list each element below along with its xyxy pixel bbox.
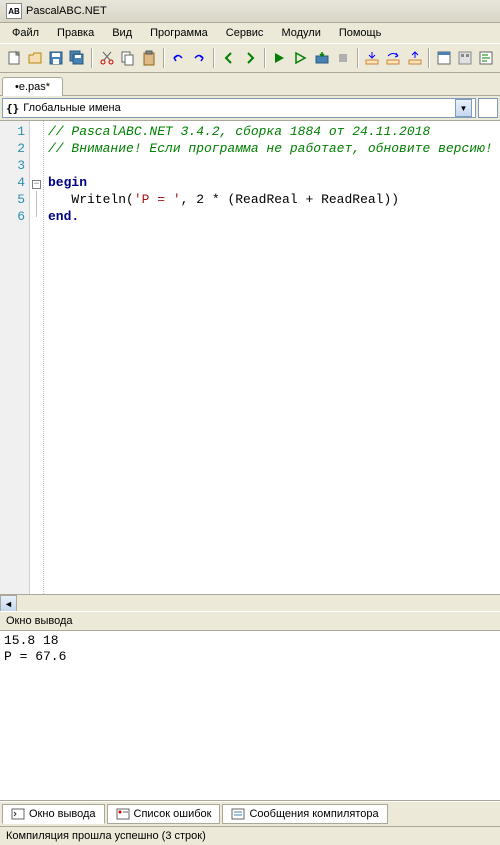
tab-label: Сообщения компилятора [249,808,378,820]
tab-error-list[interactable]: Список ошибок [107,804,221,824]
step-over-icon[interactable] [384,47,403,69]
step-out-icon[interactable] [405,47,424,69]
status-bar: Компиляция прошла успешно (3 строк) [0,826,500,845]
editor-tabs: •e.pas* [0,73,500,96]
open-file-icon[interactable] [25,47,44,69]
scope-label: Глобальные имена [23,102,121,114]
code-text: Writeln( [48,192,134,207]
line-number: 4 [2,174,25,191]
undo-icon[interactable] [169,47,188,69]
toolbar-separator [264,48,266,68]
line-number-gutter: 1 2 3 4 5 6 [0,121,30,594]
bottom-tab-strip: Окно вывода Список ошибок Сообщения комп… [0,801,500,826]
scope-dropdown[interactable]: {} Глобальные имена ▼ [2,98,476,118]
form-designer-icon[interactable] [434,47,453,69]
error-list-icon [116,807,130,821]
title-bar: AB PascalABC.NET [0,0,500,23]
line-number: 3 [2,157,25,174]
run-no-debug-icon[interactable] [291,47,310,69]
fold-column: − [30,121,44,594]
design-icon[interactable] [455,47,474,69]
fold-toggle-icon[interactable]: − [32,180,41,189]
line-number: 2 [2,140,25,157]
cut-icon[interactable] [97,47,116,69]
menu-program[interactable]: Программа [142,25,216,41]
step-into-icon[interactable] [363,47,382,69]
save-icon[interactable] [46,47,65,69]
code-comment: // Внимание! Если программа не работает,… [48,141,493,156]
code-content[interactable]: // PascalABC.NET 3.4.2, сборка 1884 от 2… [44,121,500,594]
output-panel-header: Окно вывода [0,611,500,631]
line-number: 5 [2,191,25,208]
braces-icon: {} [6,102,19,115]
menu-service[interactable]: Сервис [218,25,272,41]
tab-label: Список ошибок [134,808,212,820]
toolbar [0,43,500,73]
nav-back-icon[interactable] [219,47,238,69]
status-text: Компиляция прошла успешно (3 строк) [6,830,206,842]
paste-icon[interactable] [139,47,158,69]
menu-edit[interactable]: Правка [49,25,102,41]
stop-icon[interactable] [333,47,352,69]
member-dropdown[interactable] [478,98,498,118]
code-string: 'P = ' [134,192,181,207]
menu-help[interactable]: Помощь [331,25,390,41]
app-icon: AB [6,3,22,19]
toolbar-separator [91,48,93,68]
menu-view[interactable]: Вид [104,25,140,41]
chevron-down-icon[interactable]: ▼ [455,99,472,117]
code-keyword: end. [48,209,79,224]
menu-bar: Файл Правка Вид Программа Сервис Модули … [0,23,500,43]
output-panel[interactable]: 15.8 18 P = 67.6 [0,631,500,801]
messages-icon [231,807,245,821]
new-file-icon[interactable] [4,47,23,69]
run-icon[interactable] [270,47,289,69]
menu-modules[interactable]: Модули [273,25,328,41]
tab-label: Окно вывода [29,808,96,820]
menu-file[interactable]: Файл [4,25,47,41]
toolbar-separator [428,48,430,68]
scroll-left-icon[interactable]: ◄ [0,595,17,612]
file-tab[interactable]: •e.pas* [2,77,63,96]
app-title: PascalABC.NET [26,5,107,17]
code-view-icon[interactable] [477,47,496,69]
compile-icon[interactable] [312,47,331,69]
code-editor[interactable]: 1 2 3 4 5 6 − // PascalABC.NET 3.4.2, сб… [0,121,500,594]
tab-output[interactable]: Окно вывода [2,804,105,824]
code-text: , 2 * (ReadReal + ReadReal)) [181,192,399,207]
scope-bar: {} Глобальные имена ▼ [0,96,500,121]
save-all-icon[interactable] [68,47,87,69]
line-number: 1 [2,123,25,140]
toolbar-separator [163,48,165,68]
nav-forward-icon[interactable] [240,47,259,69]
tab-compiler-messages[interactable]: Сообщения компилятора [222,804,387,824]
code-keyword: begin [48,175,87,190]
redo-icon[interactable] [190,47,209,69]
copy-icon[interactable] [118,47,137,69]
line-number: 6 [2,208,25,225]
output-line: P = 67.6 [4,649,66,664]
output-line: 15.8 18 [4,633,59,648]
code-comment: // PascalABC.NET 3.4.2, сборка 1884 от 2… [48,124,430,139]
toolbar-separator [213,48,215,68]
toolbar-separator [357,48,359,68]
terminal-icon [11,807,25,821]
horizontal-scrollbar[interactable]: ◄ [0,594,500,611]
